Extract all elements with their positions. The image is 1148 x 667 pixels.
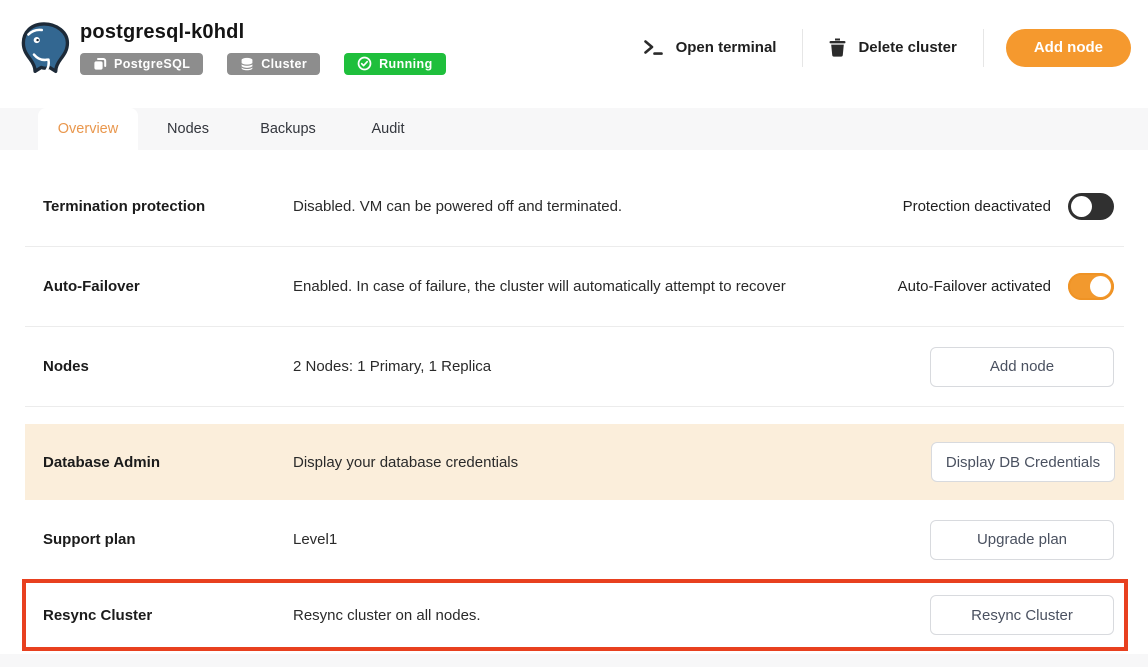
row-description: Enabled. In case of failure, the cluster… xyxy=(293,278,898,295)
row-resync-cluster: Resync Cluster Resync cluster on all nod… xyxy=(22,579,1128,651)
tab-overview[interactable]: Overview xyxy=(38,108,138,150)
delete-cluster-button[interactable]: Delete cluster xyxy=(803,38,982,57)
resync-cluster-button[interactable]: Resync Cluster xyxy=(930,595,1114,635)
tab-audit[interactable]: Audit xyxy=(338,108,438,150)
toggle-knob xyxy=(1071,196,1092,217)
auto-failover-toggle[interactable] xyxy=(1068,273,1114,300)
badge-row: PostgreSQL Cluster xyxy=(80,53,446,75)
row-label: Support plan xyxy=(43,531,293,548)
row-database-admin: Database Admin Display your database cre… xyxy=(25,424,1124,500)
page-title: postgresql-k0hdl xyxy=(80,21,446,44)
row-auto-failover: Auto-Failover Enabled. In case of failur… xyxy=(0,247,1148,326)
type-badge: Cluster xyxy=(227,53,320,75)
row-support-plan: Support plan Level1 Upgrade plan xyxy=(0,500,1148,579)
tab-backups[interactable]: Backups xyxy=(238,108,338,150)
open-terminal-button[interactable]: Open terminal xyxy=(617,39,803,56)
toggle-status-text: Protection deactivated xyxy=(903,198,1051,215)
trash-icon xyxy=(829,38,846,57)
row-termination-protection: Termination protection Disabled. VM can … xyxy=(0,150,1148,246)
row-description: Disabled. VM can be powered off and term… xyxy=(293,198,903,215)
row-divider xyxy=(25,406,1124,407)
add-node-row-button[interactable]: Add node xyxy=(930,347,1114,387)
termination-protection-toggle[interactable] xyxy=(1068,193,1114,220)
engine-badge: PostgreSQL xyxy=(80,53,203,75)
toggle-knob xyxy=(1090,276,1111,297)
status-badge: Running xyxy=(344,53,445,75)
check-circle-icon xyxy=(357,56,372,71)
postgresql-logo xyxy=(16,20,72,78)
terminal-icon xyxy=(643,39,664,56)
overview-settings-list: Termination protection Disabled. VM can … xyxy=(0,150,1148,651)
add-node-button[interactable]: Add node xyxy=(1006,29,1131,67)
page-bottom-strip xyxy=(0,654,1148,667)
header-actions: Open terminal Delete cluster Add node xyxy=(617,29,1131,67)
row-description: 2 Nodes: 1 Primary, 1 Replica xyxy=(293,358,930,375)
row-label: Nodes xyxy=(43,358,293,375)
stack-icon xyxy=(93,57,107,71)
upgrade-plan-button[interactable]: Upgrade plan xyxy=(930,520,1114,560)
toggle-status-text: Auto-Failover activated xyxy=(898,278,1051,295)
row-label: Termination protection xyxy=(43,198,293,215)
row-nodes: Nodes 2 Nodes: 1 Primary, 1 Replica Add … xyxy=(0,327,1148,406)
cluster-header: postgresql-k0hdl PostgreSQL xyxy=(0,0,1148,95)
tab-nodes[interactable]: Nodes xyxy=(138,108,238,150)
row-description: Resync cluster on all nodes. xyxy=(293,607,930,624)
row-label: Auto-Failover xyxy=(43,278,293,295)
display-db-credentials-button[interactable]: Display DB Credentials xyxy=(931,442,1115,482)
divider xyxy=(983,29,984,67)
row-description: Level1 xyxy=(293,531,930,548)
database-icon xyxy=(240,57,254,71)
row-description: Display your database credentials xyxy=(293,454,931,471)
row-label: Database Admin xyxy=(43,454,293,471)
row-label: Resync Cluster xyxy=(43,607,293,624)
tab-bar: Overview Nodes Backups Audit xyxy=(0,108,1148,150)
